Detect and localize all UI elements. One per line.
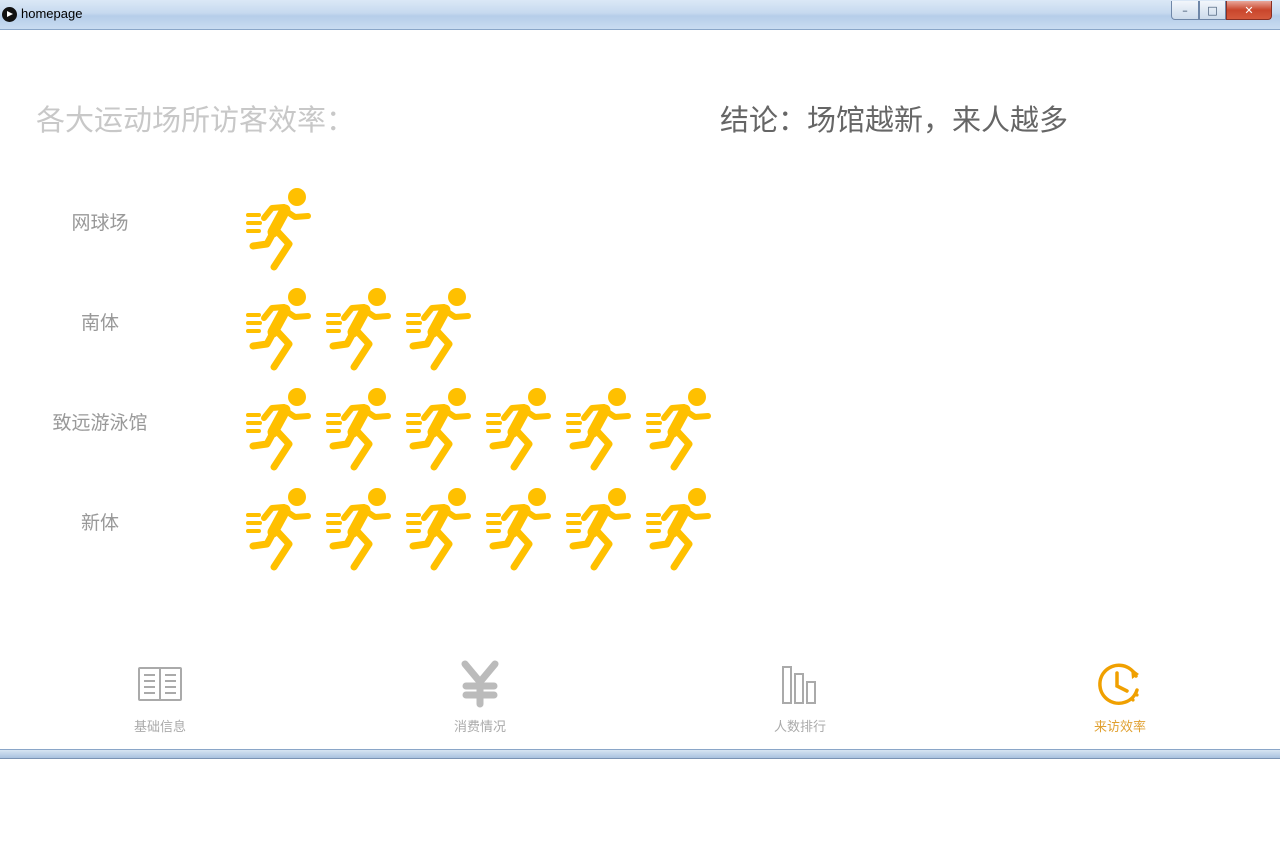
runner-icon bbox=[246, 188, 311, 271]
runner-icon bbox=[566, 388, 631, 471]
close-button[interactable]: ✕ bbox=[1226, 1, 1272, 20]
runner-icon bbox=[406, 488, 471, 571]
yen-icon bbox=[461, 660, 499, 708]
runner-icon bbox=[406, 288, 471, 371]
maximize-button[interactable]: □ bbox=[1199, 1, 1226, 20]
runner-icon bbox=[406, 388, 471, 471]
clock-icon bbox=[1098, 663, 1139, 705]
venue-label: 致远游泳馆 bbox=[52, 412, 148, 434]
title-bar: homepage – □ ✕ bbox=[0, 0, 1280, 30]
book-icon bbox=[138, 667, 182, 701]
runner-icon bbox=[326, 488, 391, 571]
runner-icon bbox=[326, 388, 391, 471]
venue-label: 网球场 bbox=[71, 212, 129, 234]
nav-label: 消费情况 bbox=[453, 720, 506, 735]
nav-label: 人数排行 bbox=[773, 720, 826, 735]
window-bottom-border bbox=[0, 749, 1280, 759]
runner-icon bbox=[486, 488, 551, 571]
nav-label: 基础信息 bbox=[133, 720, 186, 735]
minimize-button[interactable]: – bbox=[1171, 1, 1199, 20]
runner-icon bbox=[646, 488, 711, 571]
runner-icon bbox=[246, 488, 311, 571]
nav-label: 来访效率 bbox=[1093, 720, 1146, 735]
nav-item-ranking[interactable]: 人数排行 bbox=[720, 648, 880, 748]
nav-item-basic-info[interactable]: 基础信息 bbox=[80, 648, 240, 748]
nav-item-visit-efficiency[interactable]: 来访效率 bbox=[1040, 648, 1200, 748]
app-icon bbox=[2, 7, 17, 22]
runner-icon bbox=[646, 388, 711, 471]
page-title: 各大运动场所访客效率： bbox=[36, 103, 356, 137]
bar-chart-icon bbox=[782, 666, 816, 704]
window-title: homepage bbox=[21, 6, 83, 21]
runner-icon bbox=[246, 288, 311, 371]
venue-label: 南体 bbox=[80, 312, 119, 334]
runner-icon bbox=[486, 388, 551, 471]
runner-icon bbox=[566, 488, 631, 571]
nav-item-consumption[interactable]: 消费情况 bbox=[400, 648, 560, 748]
runner-icon bbox=[246, 388, 311, 471]
venue-label: 新体 bbox=[80, 512, 119, 534]
conclusion-text: 结论：场馆越新，来人越多 bbox=[720, 103, 1069, 137]
window-controls: – □ ✕ bbox=[1171, 1, 1272, 20]
bottom-nav: 基础信息 消费情况 人数排行 来访效率 bbox=[0, 648, 1280, 748]
runner-icon bbox=[326, 288, 391, 371]
